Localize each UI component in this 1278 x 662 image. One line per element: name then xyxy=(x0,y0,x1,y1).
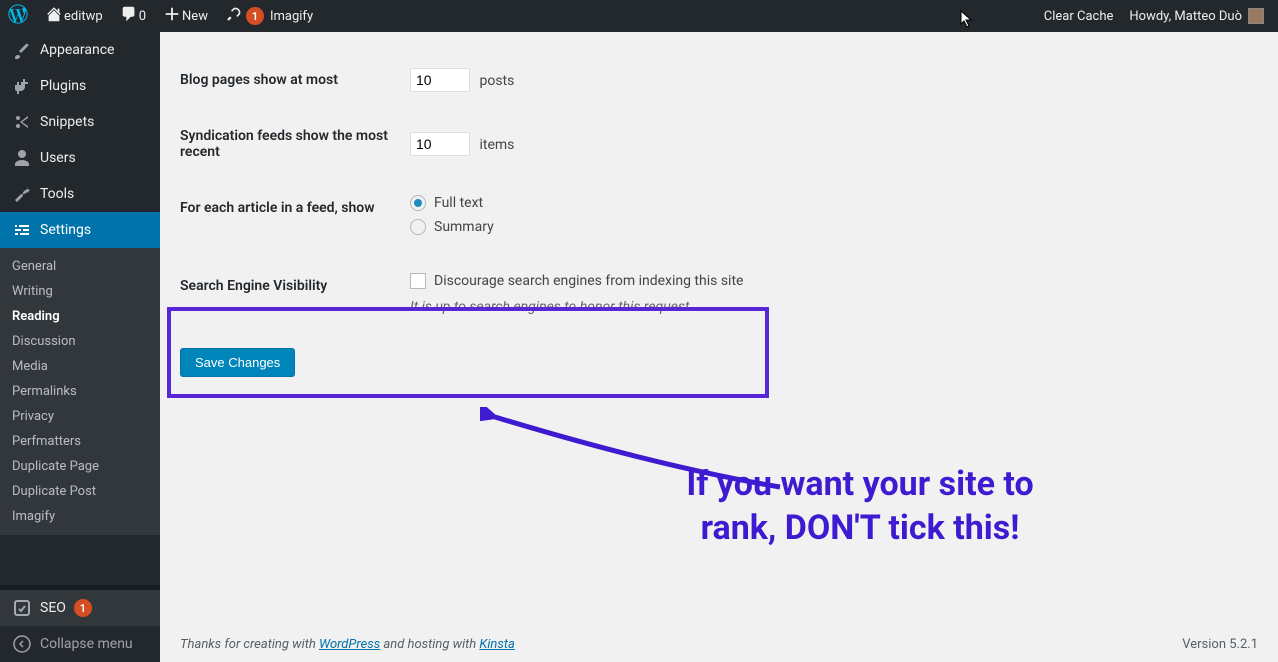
feed-summary-label: Summary xyxy=(434,219,494,235)
wordpress-link[interactable]: WordPress xyxy=(319,637,380,652)
submenu-duplicate-page[interactable]: Duplicate Page xyxy=(0,454,160,479)
submenu-reading[interactable]: Reading xyxy=(0,304,160,329)
blog-pages-label: Blog pages show at most xyxy=(180,52,400,108)
rocket-icon xyxy=(224,6,244,27)
sidebar-item-users[interactable]: Users xyxy=(0,140,160,176)
feed-format-label: For each article in a feed, show xyxy=(180,180,400,258)
howdy-text: Howdy, Matteo Duò xyxy=(1129,9,1242,24)
submenu-imagify[interactable]: Imagify xyxy=(0,504,160,529)
feed-full-radio[interactable] xyxy=(410,195,426,211)
footer-thanks: Thanks for creating with xyxy=(180,637,319,652)
sidebar-item-tools[interactable]: Tools xyxy=(0,176,160,212)
feed-items-unit: items xyxy=(479,137,514,153)
submenu-writing[interactable]: Writing xyxy=(0,279,160,304)
brush-icon xyxy=(12,40,32,60)
blog-pages-input[interactable] xyxy=(410,68,470,92)
submenu-perfmatters[interactable]: Perfmatters xyxy=(0,429,160,454)
wordpress-icon xyxy=(8,4,28,29)
annotation-text: If you want your site to rank, DON'T tic… xyxy=(620,462,1100,550)
admin-bar: editwp 0 New 1 Imagify Clear Cache Howdy… xyxy=(0,0,1278,32)
comments-icon xyxy=(119,5,139,28)
new-content-link[interactable]: New xyxy=(154,0,216,32)
submenu-duplicate-post[interactable]: Duplicate Post xyxy=(0,479,160,504)
menu-label: Snippets xyxy=(40,114,94,130)
submenu-media[interactable]: Media xyxy=(0,354,160,379)
settings-submenu: General Writing Reading Discussion Media… xyxy=(0,248,160,535)
avatar-icon xyxy=(1248,8,1264,24)
my-account-link[interactable]: Howdy, Matteo Duò xyxy=(1121,0,1278,32)
scissors-icon xyxy=(12,112,32,132)
clear-cache-link[interactable]: Clear Cache xyxy=(1036,0,1122,32)
sev-checkbox[interactable] xyxy=(410,273,426,289)
wrench-icon xyxy=(12,184,32,204)
seo-badge: 1 xyxy=(74,599,92,617)
site-name: editwp xyxy=(64,9,103,24)
submenu-discussion[interactable]: Discussion xyxy=(0,329,160,354)
submenu-permalinks[interactable]: Permalinks xyxy=(0,379,160,404)
imagify-label: Imagify xyxy=(270,9,313,24)
admin-sidebar: Appearance Plugins Snippets Users Tools … xyxy=(0,32,160,662)
new-label: New xyxy=(182,9,208,24)
imagify-badge: 1 xyxy=(246,7,264,25)
main-content: Blog pages show at most posts Syndicatio… xyxy=(160,32,1278,662)
feed-summary-radio[interactable] xyxy=(410,219,426,235)
menu-label: Settings xyxy=(40,222,91,238)
footer-hosting: and hosting with xyxy=(380,637,479,652)
site-name-link[interactable]: editwp xyxy=(36,0,111,32)
collapse-menu[interactable]: Collapse menu xyxy=(0,626,160,662)
wp-version: Version 5.2.1 xyxy=(1182,637,1258,652)
feed-full-label: Full text xyxy=(434,195,483,211)
menu-label: Appearance xyxy=(40,42,114,58)
home-icon xyxy=(44,5,64,28)
plugin-icon xyxy=(12,76,32,96)
admin-footer: Thanks for creating with WordPress and h… xyxy=(180,637,1258,652)
menu-label: SEO xyxy=(40,600,66,616)
reading-settings-form: Blog pages show at most posts Syndicatio… xyxy=(180,52,753,330)
annotation-highlight-box xyxy=(167,307,769,398)
kinsta-link[interactable]: Kinsta xyxy=(479,637,514,652)
sidebar-item-appearance[interactable]: Appearance xyxy=(0,32,160,68)
submenu-general[interactable]: General xyxy=(0,254,160,279)
menu-label: Plugins xyxy=(40,78,86,94)
sidebar-item-snippets[interactable]: Snippets xyxy=(0,104,160,140)
feed-items-label: Syndication feeds show the most recent xyxy=(180,108,400,180)
blog-pages-unit: posts xyxy=(479,73,514,89)
comments-count: 0 xyxy=(139,9,146,24)
collapse-icon xyxy=(12,634,32,654)
imagify-link[interactable]: 1 Imagify xyxy=(216,0,321,32)
plus-icon xyxy=(162,5,182,28)
sidebar-item-plugins[interactable]: Plugins xyxy=(0,68,160,104)
menu-label: Tools xyxy=(40,186,74,202)
submenu-privacy[interactable]: Privacy xyxy=(0,404,160,429)
sidebar-item-settings[interactable]: Settings xyxy=(0,212,160,248)
menu-label: Users xyxy=(40,150,76,166)
user-icon xyxy=(12,148,32,168)
wp-logo[interactable] xyxy=(0,0,36,32)
sliders-icon xyxy=(12,220,32,240)
sidebar-item-seo[interactable]: SEO 1 xyxy=(0,590,160,626)
comments-link[interactable]: 0 xyxy=(111,0,154,32)
feed-items-input[interactable] xyxy=(410,132,470,156)
sev-checkbox-label: Discourage search engines from indexing … xyxy=(434,273,743,289)
seo-icon xyxy=(12,598,32,618)
menu-label: Collapse menu xyxy=(40,636,133,652)
